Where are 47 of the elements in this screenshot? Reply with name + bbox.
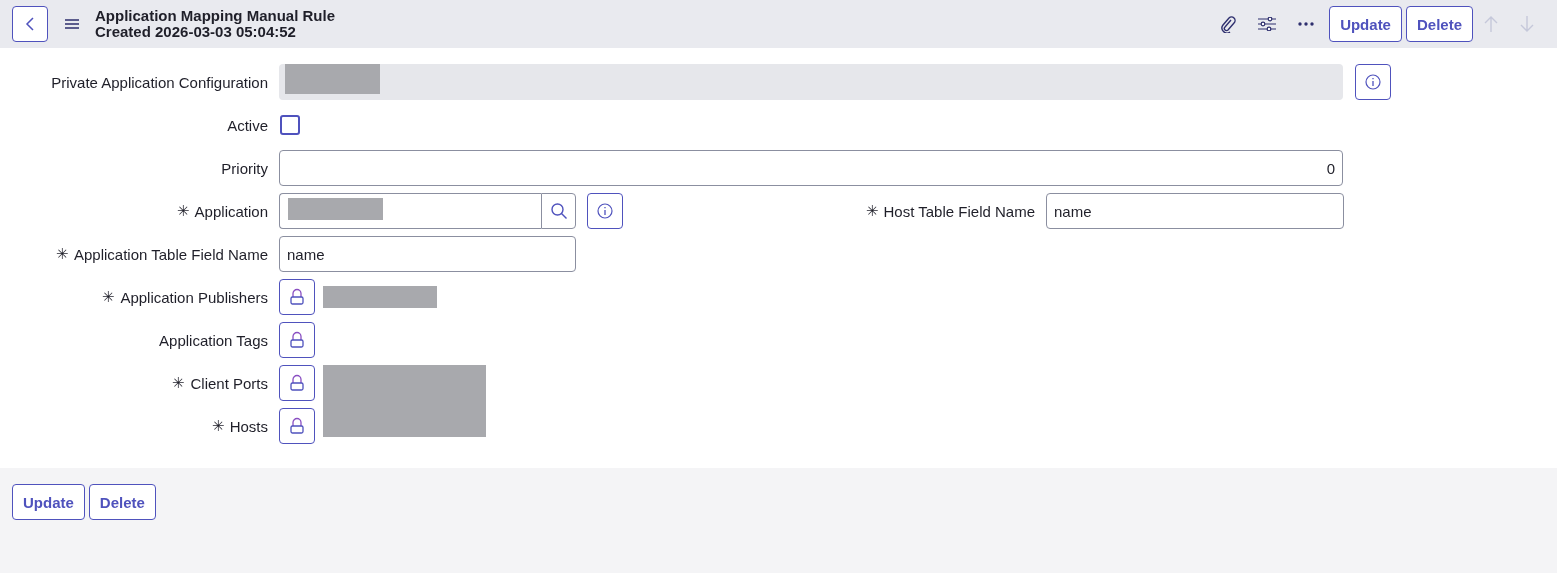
lock-button[interactable]	[279, 365, 315, 401]
delete-button[interactable]: Delete	[88, 484, 156, 520]
sliders-icon[interactable]	[1258, 17, 1277, 31]
chevron-left-icon	[24, 16, 36, 32]
required-mark: ✳	[56, 245, 69, 263]
input-field[interactable]: 0	[279, 150, 1343, 186]
field-label: Application	[194, 202, 268, 220]
field-label: Application Table Field Name	[74, 245, 268, 263]
lock-icon	[290, 374, 304, 392]
field-label: Application Tags	[159, 331, 268, 349]
active-checkbox[interactable]	[280, 115, 300, 135]
lock-icon	[290, 331, 304, 349]
delete-button[interactable]: Delete	[1405, 6, 1473, 42]
field-label: Application Publishers	[120, 288, 268, 306]
lock-button[interactable]	[279, 408, 315, 444]
field-label: Hosts	[229, 417, 268, 435]
back-button[interactable]	[12, 6, 48, 42]
input-field[interactable]: name	[1046, 193, 1344, 229]
paperclip-icon[interactable]	[1220, 15, 1237, 33]
required-mark: ✳	[102, 288, 116, 306]
field-label: Client Ports	[190, 374, 268, 392]
required-mark: ✳	[172, 374, 186, 392]
record-title: Application Mapping Manual Rule	[95, 8, 335, 24]
lock-button[interactable]	[279, 279, 315, 315]
lock-icon	[290, 288, 304, 306]
update-button[interactable]: Update	[12, 484, 85, 520]
field-label: Active	[227, 116, 268, 134]
field-label: Private Application Configuration	[51, 73, 268, 91]
search-button[interactable]	[541, 193, 576, 229]
required-mark: ✳	[211, 417, 225, 435]
search-icon	[549, 202, 568, 220]
lock-button[interactable]	[279, 322, 315, 358]
field-label: Priority	[221, 159, 268, 177]
info-button[interactable]	[587, 193, 623, 229]
update-button[interactable]: Update	[1329, 6, 1402, 42]
info-button[interactable]	[1355, 64, 1391, 100]
reference-field[interactable]	[279, 193, 541, 229]
required-mark: ✳	[176, 202, 190, 220]
field-label: Host Table Field Name	[883, 202, 1035, 220]
required-mark: ✳	[865, 202, 879, 220]
more-icon[interactable]	[1298, 22, 1315, 26]
input-field[interactable]: name	[279, 236, 576, 272]
created-timestamp: Created 2026-03-03 05:04:52	[95, 24, 297, 40]
info-icon	[597, 203, 613, 219]
lock-icon	[290, 417, 304, 435]
menu-icon[interactable]	[65, 19, 79, 29]
info-icon	[1365, 74, 1381, 90]
